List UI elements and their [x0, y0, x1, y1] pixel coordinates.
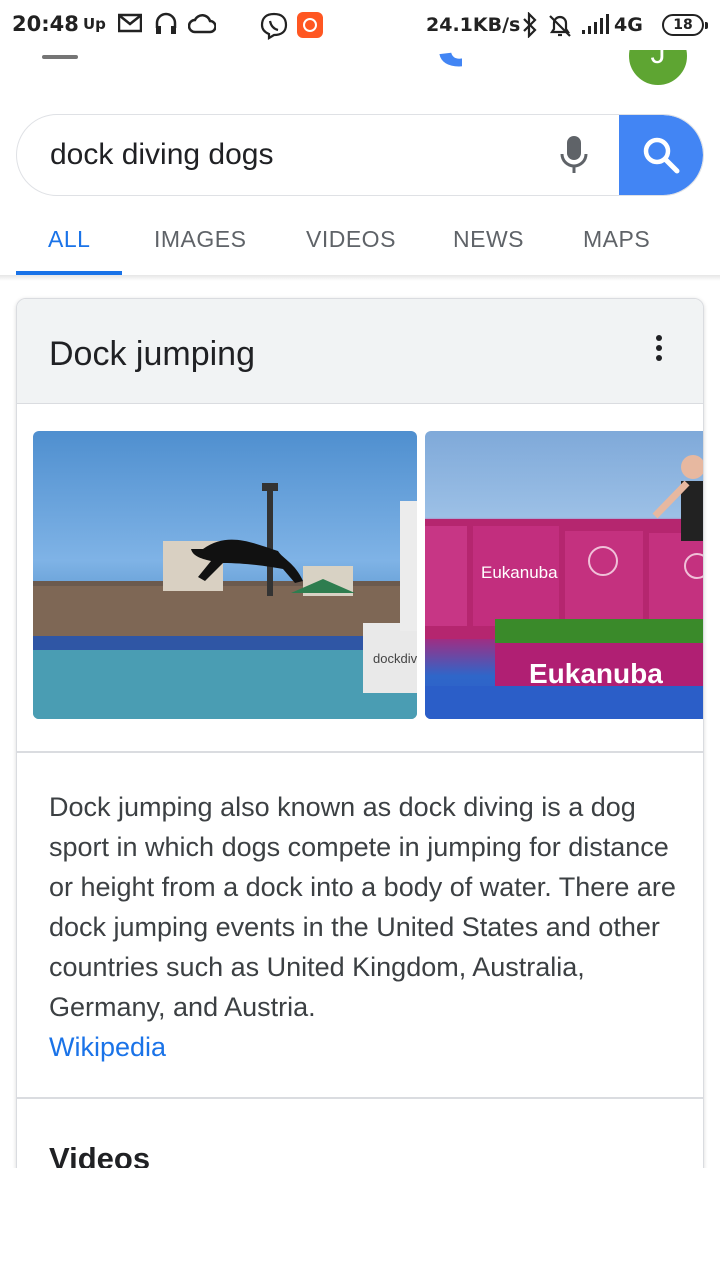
- network-speed: 24.1KB/s: [426, 14, 521, 36]
- image-dock-jump-dog[interactable]: dockdiv: [33, 431, 417, 719]
- app-notification-icon: [297, 12, 323, 38]
- tabs-divider: [0, 275, 720, 281]
- mail-icon: [117, 12, 143, 38]
- knowledge-panel: Dock jumping dockdiv Eukanuba Eukanuba D…: [16, 298, 704, 1198]
- svg-text:Eukanuba: Eukanuba: [481, 563, 558, 582]
- tab-all[interactable]: ALL: [48, 226, 90, 253]
- status-bar: 20:48 Up 24.1KB/s 4G 18: [0, 0, 720, 50]
- more-options-icon[interactable]: [653, 335, 665, 365]
- search-input[interactable]: [50, 135, 530, 175]
- cloud-icon: [187, 12, 217, 40]
- tab-maps[interactable]: MAPS: [583, 226, 650, 253]
- divider: [17, 1097, 703, 1099]
- tab-images[interactable]: IMAGES: [154, 226, 246, 253]
- carrier-badge: Up: [83, 15, 106, 33]
- search-button[interactable]: [619, 115, 703, 195]
- search-icon: [643, 137, 680, 174]
- knowledge-panel-description: Dock jumping also known as dock diving i…: [49, 787, 679, 1067]
- menu-icon[interactable]: [42, 55, 78, 59]
- tab-news[interactable]: NEWS: [453, 226, 524, 253]
- image-carousel[interactable]: dockdiv Eukanuba Eukanuba: [17, 403, 703, 751]
- knowledge-panel-title: Dock jumping: [49, 335, 255, 373]
- network-type: 4G: [614, 14, 643, 36]
- image-eukanuba-event[interactable]: Eukanuba Eukanuba: [425, 431, 703, 719]
- svg-text:dockdiv: dockdiv: [373, 651, 417, 666]
- headset-icon: [154, 12, 178, 42]
- microphone-icon[interactable]: [557, 134, 591, 178]
- viber-icon: [260, 12, 288, 44]
- svg-text:Eukanuba: Eukanuba: [529, 658, 663, 689]
- page-bottom-blank: [0, 1168, 720, 1280]
- bell-off-icon: [547, 13, 573, 43]
- search-box: [16, 114, 704, 196]
- tab-videos[interactable]: VIDEOS: [306, 226, 396, 253]
- knowledge-panel-header: Dock jumping: [17, 299, 703, 404]
- signal-icon: [581, 14, 609, 40]
- divider: [17, 751, 703, 753]
- search-tabs: ALL IMAGES VIDEOS NEWS MAPS: [0, 210, 720, 276]
- description-text: Dock jumping also known as dock diving i…: [49, 792, 676, 1022]
- battery-icon: 18: [662, 14, 708, 36]
- wikipedia-link[interactable]: Wikipedia: [49, 1027, 679, 1067]
- bluetooth-icon: [521, 11, 539, 42]
- status-time: 20:48: [12, 12, 79, 36]
